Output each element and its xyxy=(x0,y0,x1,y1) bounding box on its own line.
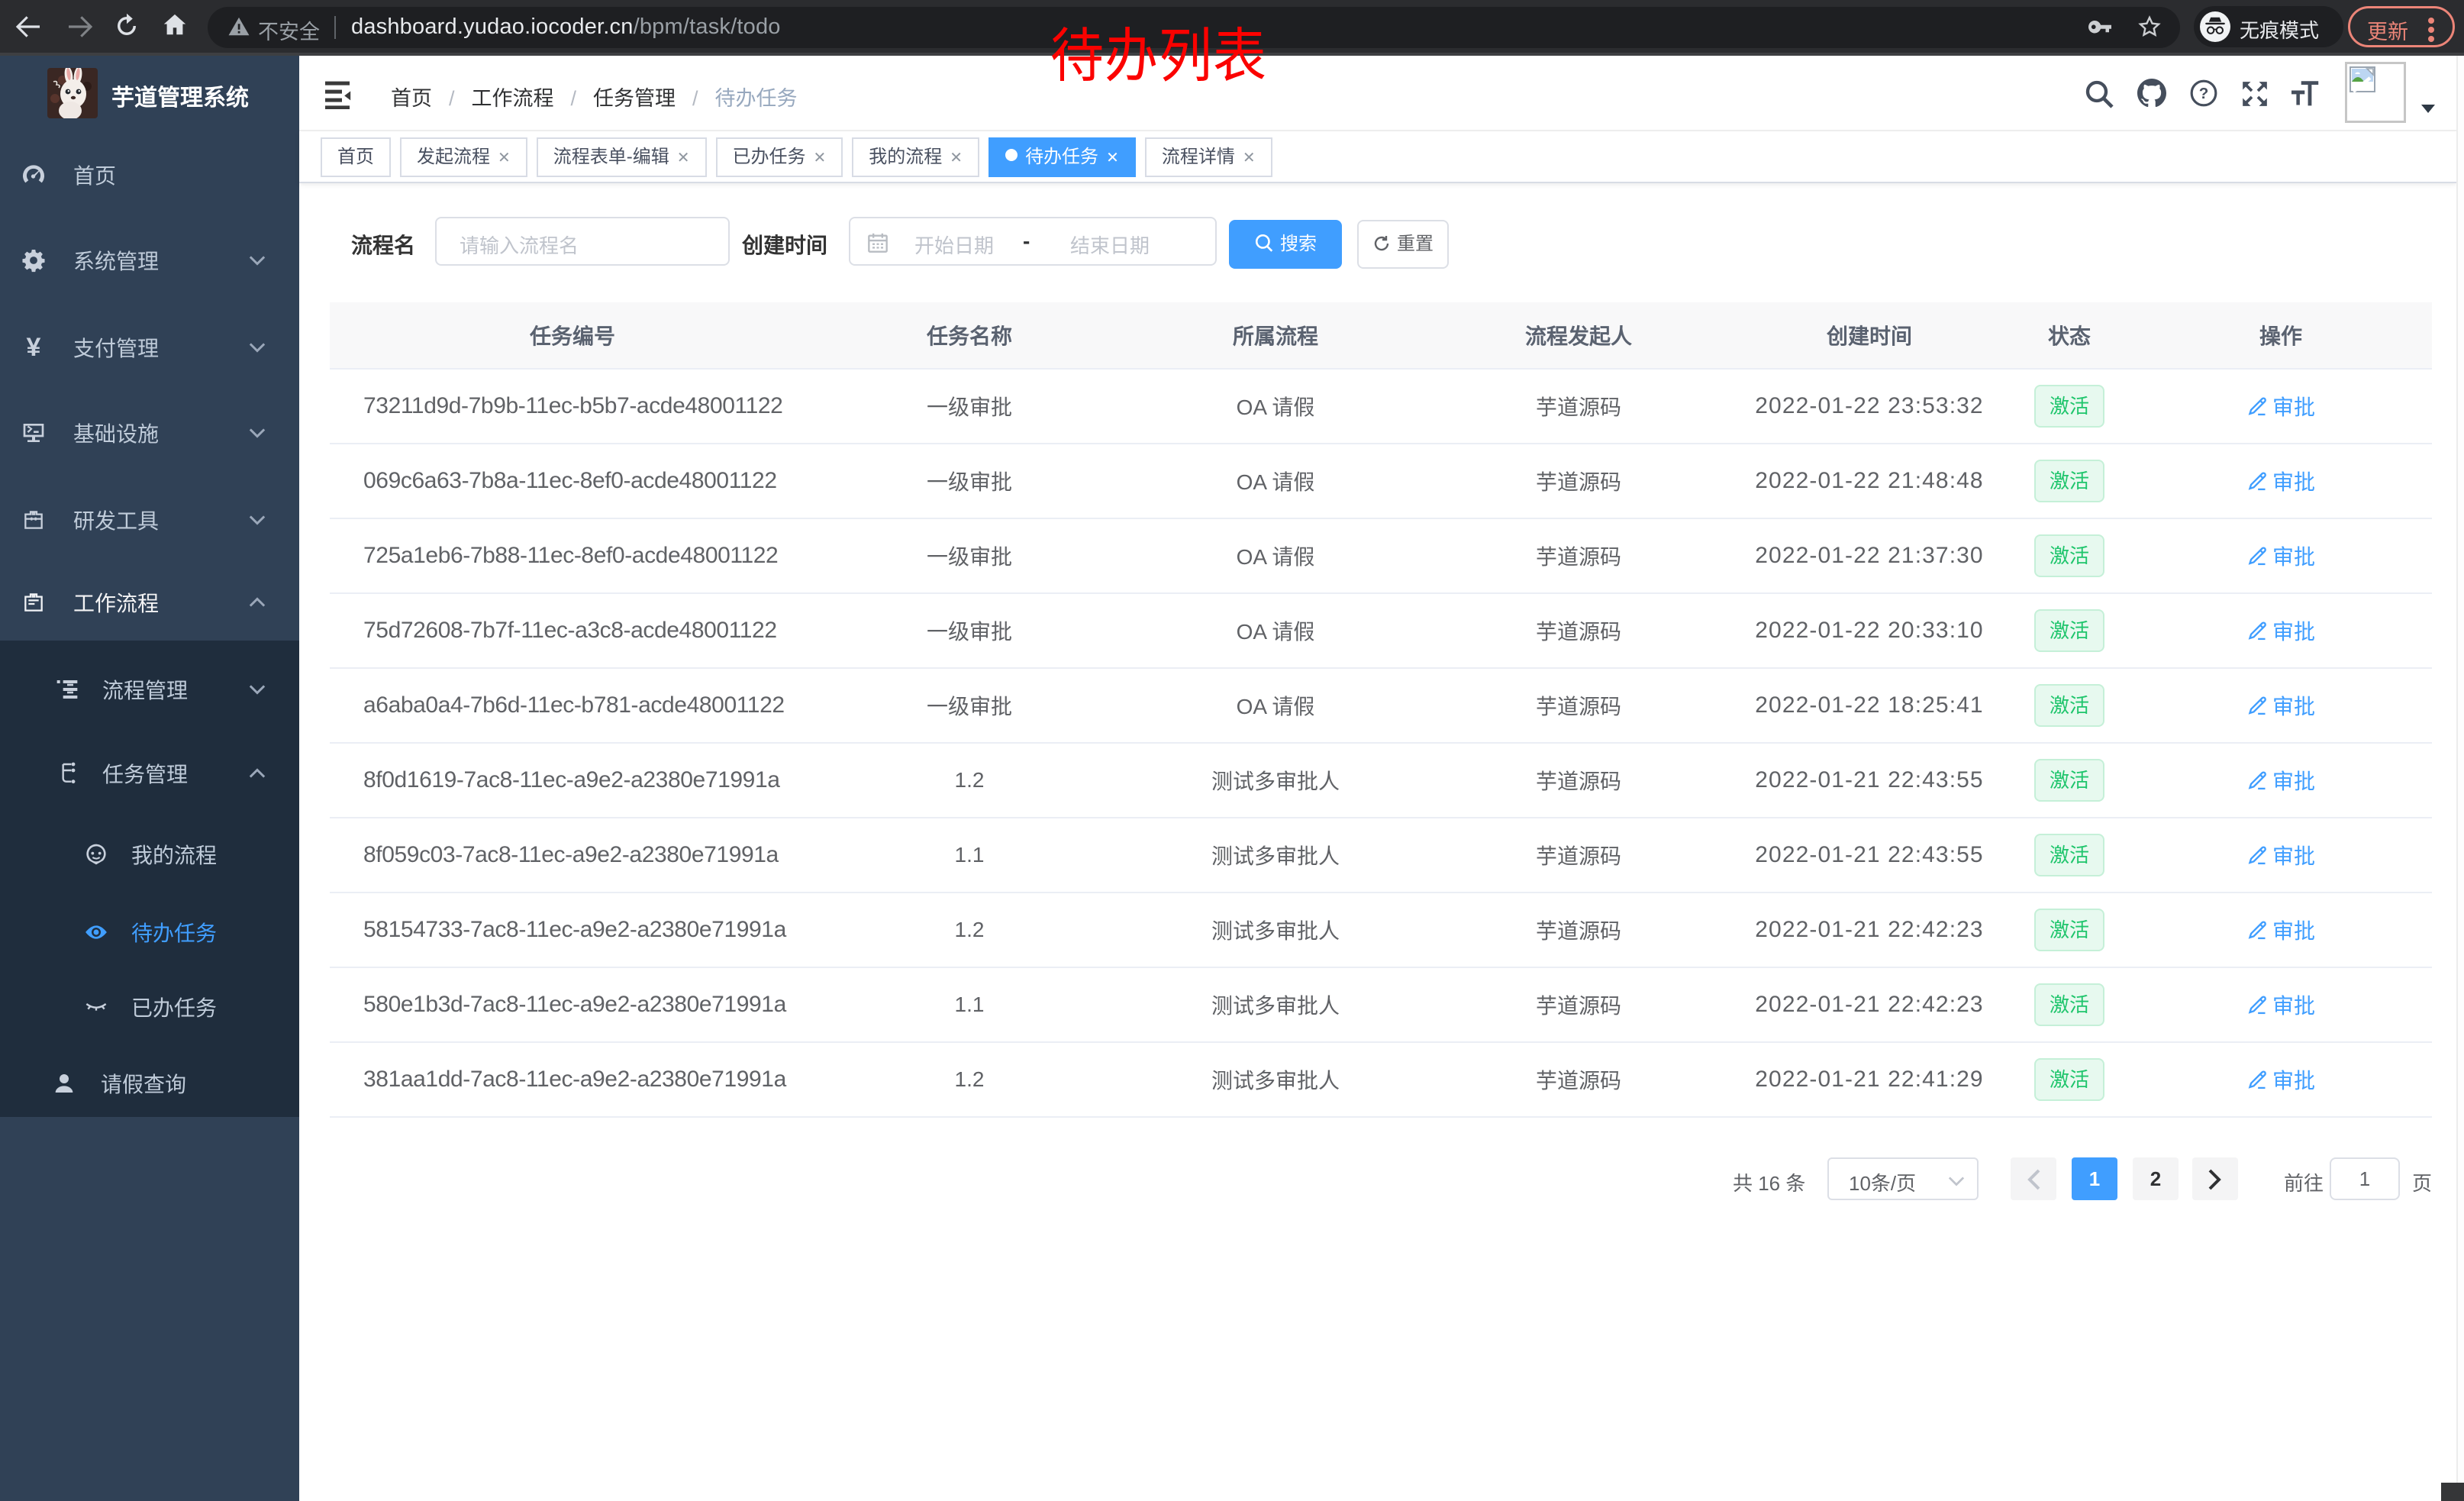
svg-text:?: ? xyxy=(2199,85,2209,102)
